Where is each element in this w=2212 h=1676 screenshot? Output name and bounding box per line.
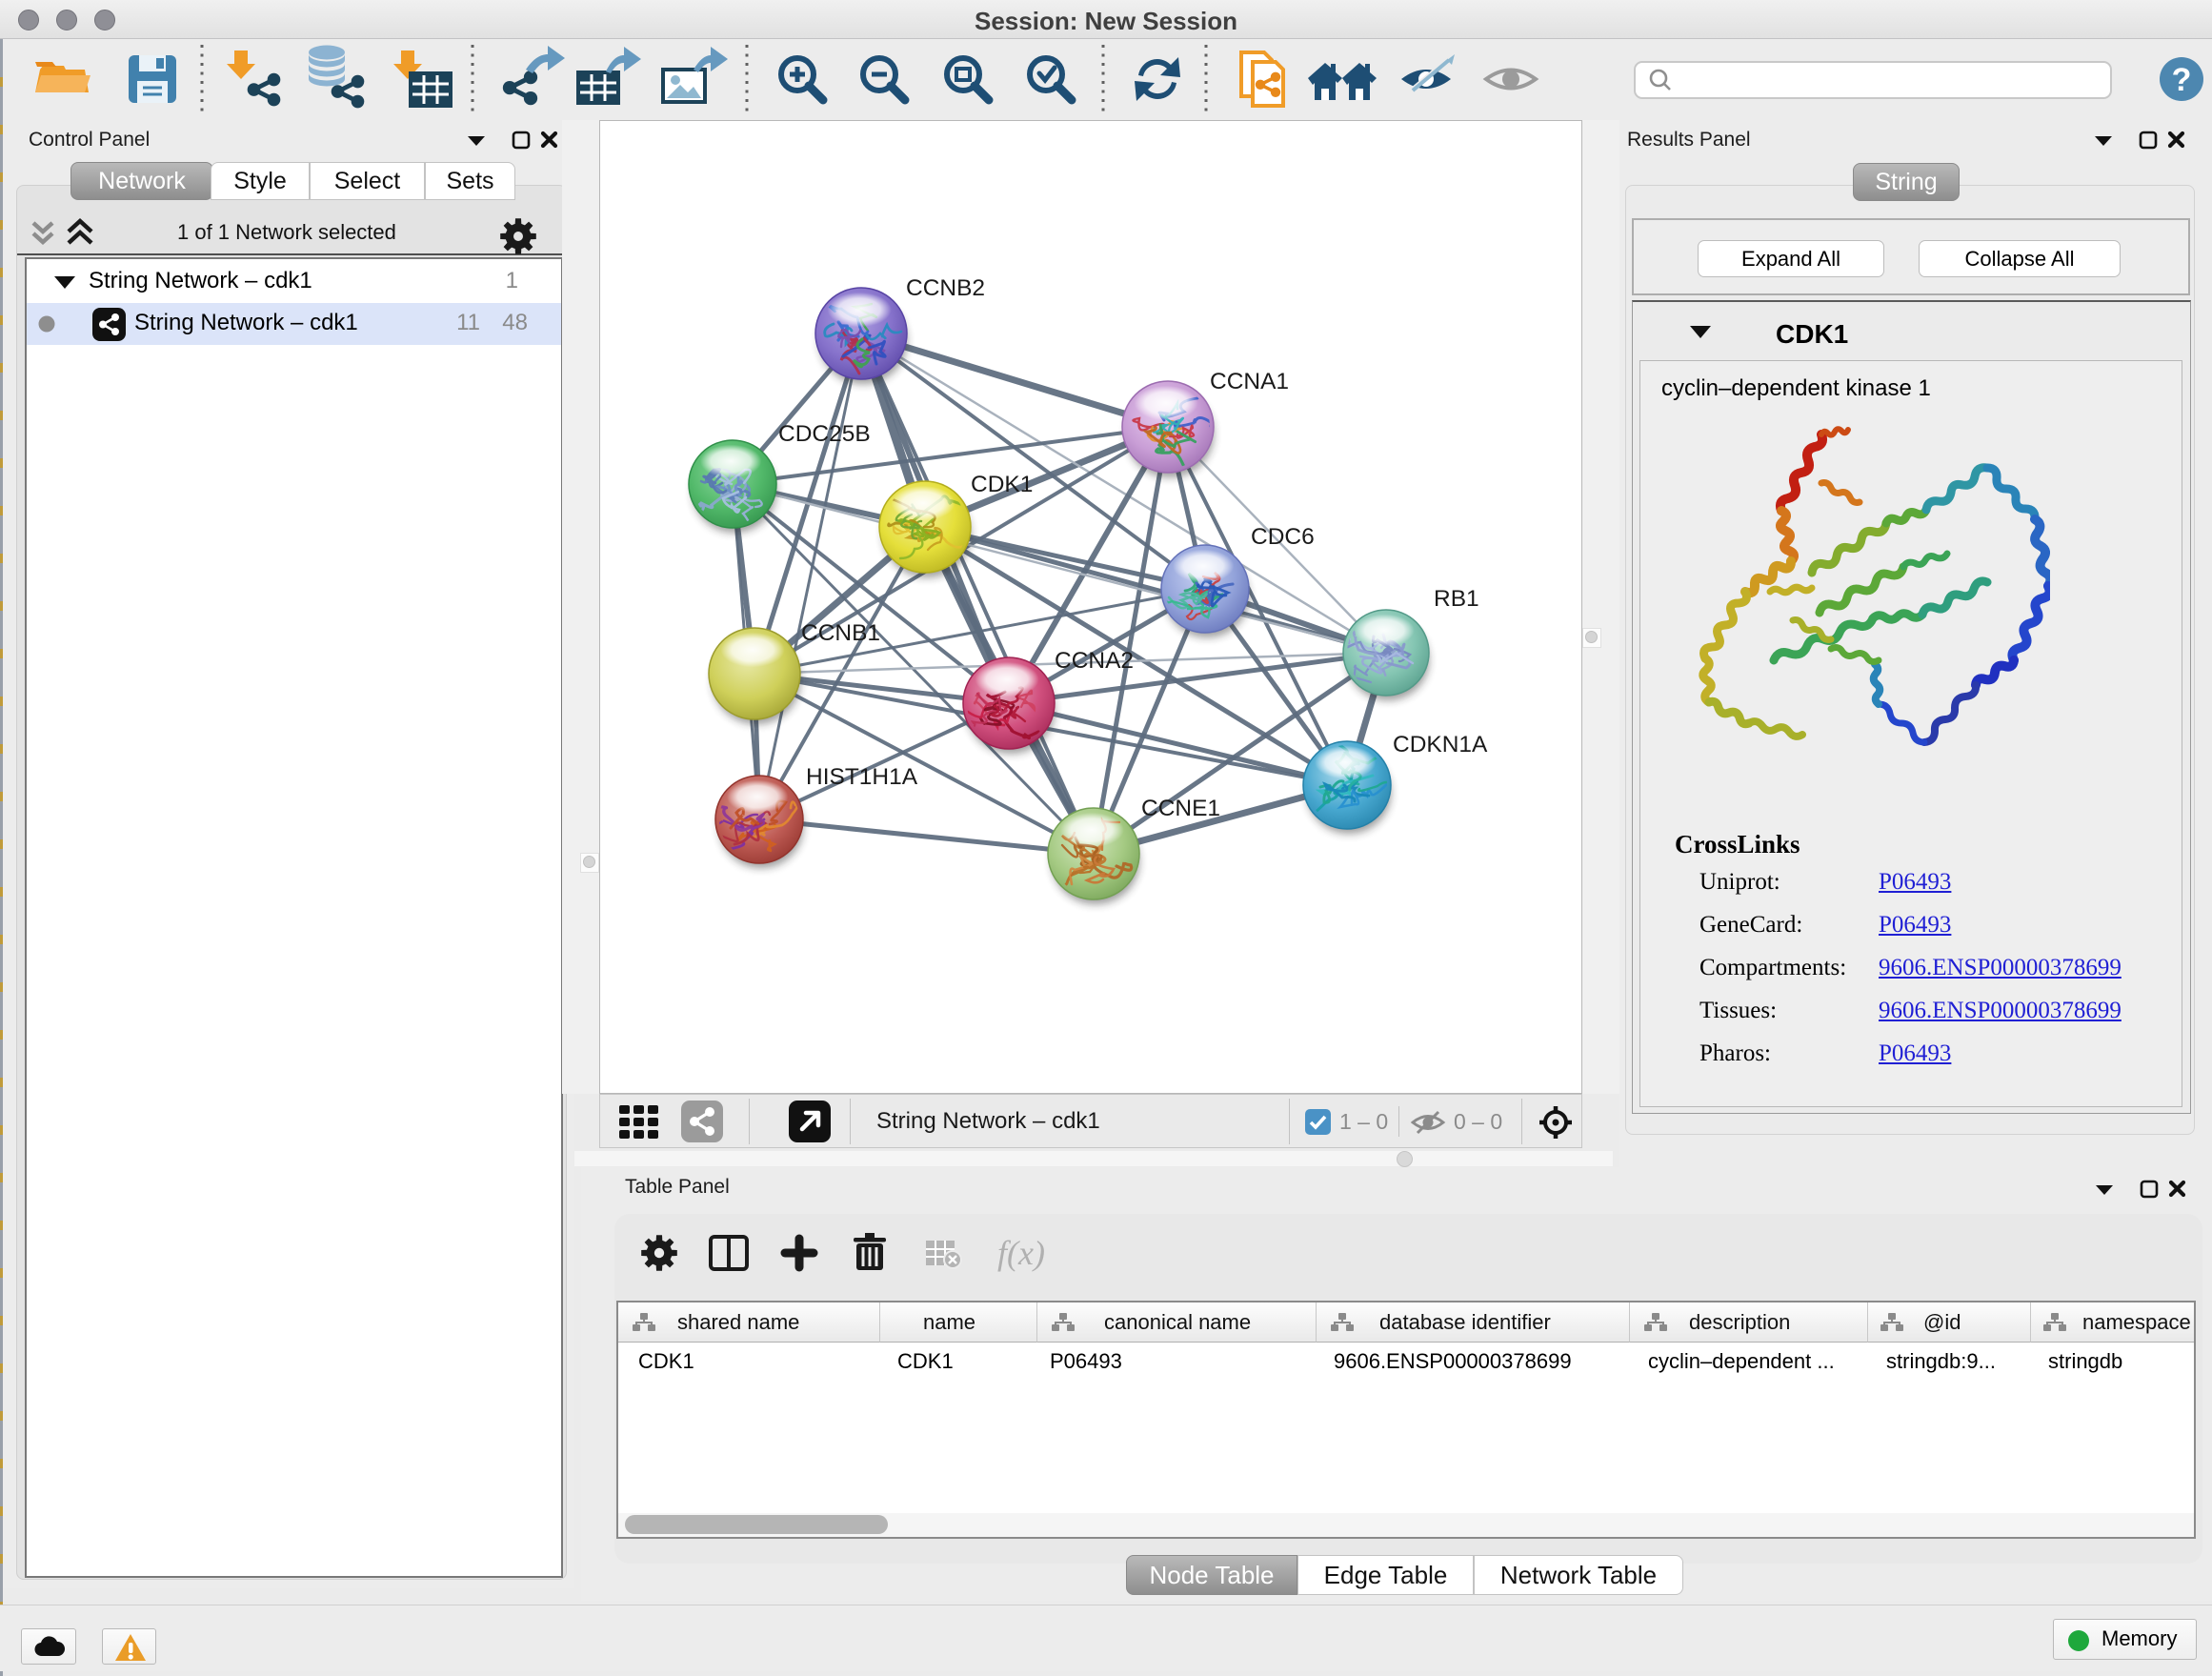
svg-text:CCNB2: CCNB2: [906, 275, 985, 301]
svg-text:?: ?: [2172, 62, 2192, 98]
svg-text:CCNA1: CCNA1: [1210, 369, 1289, 394]
svg-text:CDK1: CDK1: [971, 472, 1033, 497]
svg-text:CCNB1: CCNB1: [801, 620, 880, 646]
svg-text:CCNA2: CCNA2: [1055, 648, 1134, 674]
svg-text:CCNE1: CCNE1: [1141, 796, 1220, 821]
svg-text:CDC6: CDC6: [1251, 524, 1315, 550]
svg-text:CDKN1A: CDKN1A: [1393, 732, 1488, 757]
svg-text:RB1: RB1: [1434, 586, 1479, 612]
svg-text:CDC25B: CDC25B: [778, 421, 871, 447]
svg-text:HIST1H1A: HIST1H1A: [806, 764, 918, 790]
svg-text:f(x): f(x): [997, 1234, 1045, 1272]
